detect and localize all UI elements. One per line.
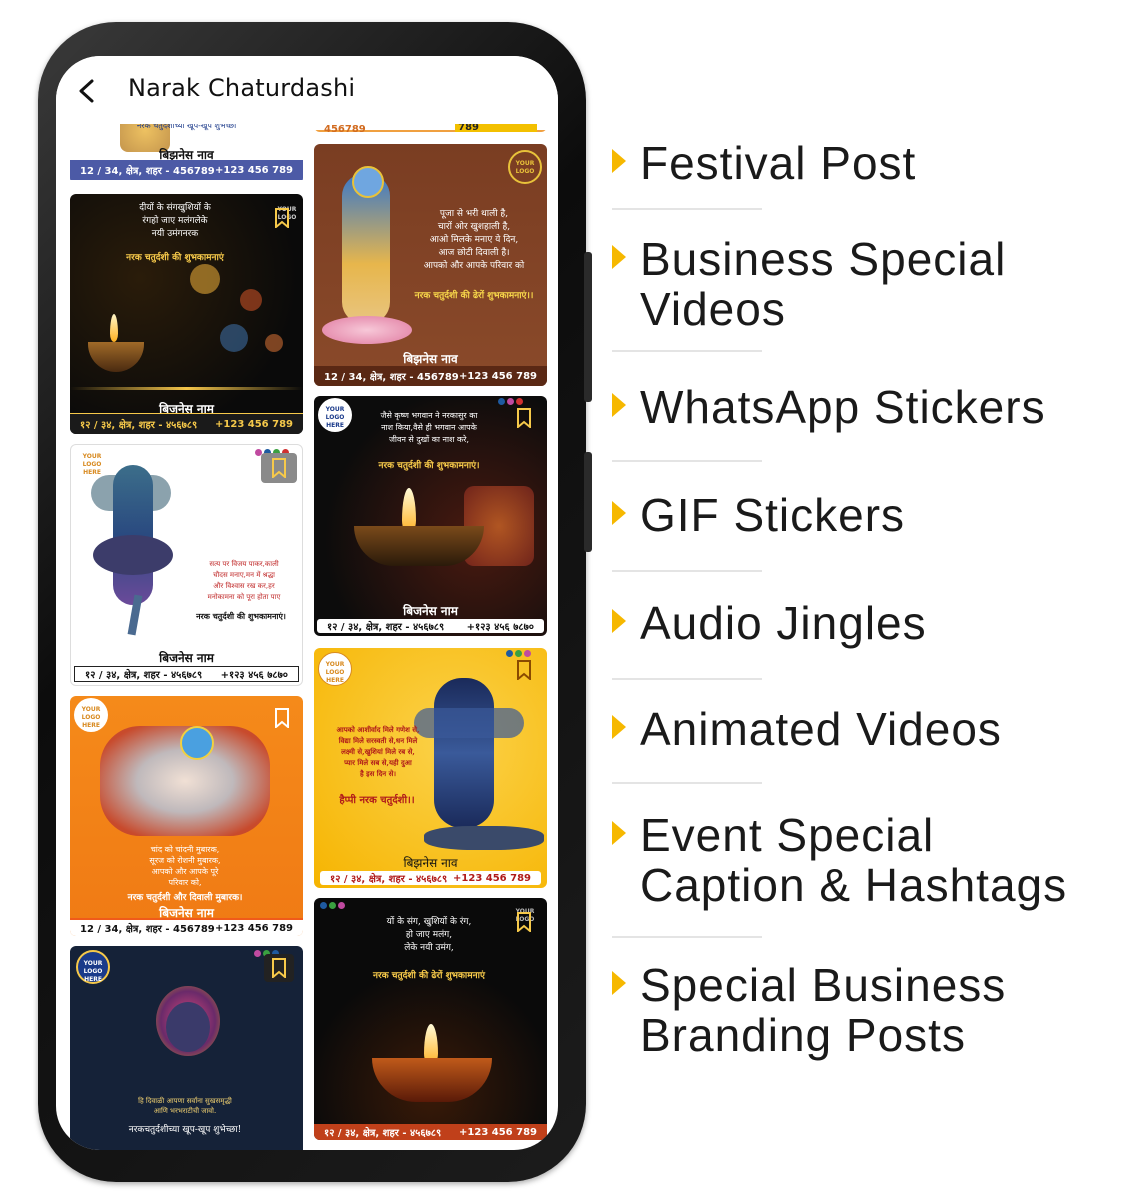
footer-phone: +123 456 789 [459, 1126, 537, 1138]
footer-phone: +123 456 789 [215, 164, 293, 176]
greeting-text: हि दिवाळी आपणा सर्वांना सुखसमृद्धी आणि भ… [138, 1097, 232, 1115]
divider [612, 350, 762, 352]
bookmark-icon[interactable] [516, 660, 532, 680]
footer-address: 12 / 34, क्षेत्र, शहर - 456789 [324, 372, 459, 383]
divider [612, 460, 762, 462]
greeting-text: सत्य पर विजय पाकर,काली चौदस मनाए,मन में … [207, 560, 281, 601]
bookmark-icon[interactable] [271, 458, 287, 478]
post-card[interactable]: जैसे कृष्ण भगवान ने नरकासुर का नाश किया,… [314, 396, 547, 636]
divider [612, 936, 762, 938]
footer-phone: +123 456 789 [215, 922, 293, 934]
feature-label: WhatsApp Stickers [640, 381, 1046, 433]
wish-text: नरक चतुर्दशी की ढेरों शुभकामनाएं [373, 971, 485, 981]
bookmark-icon[interactable] [516, 912, 532, 932]
greeting-text: आपको आशीर्वाद मिले गणेश से, विद्या मिले … [336, 725, 420, 778]
volume-button [584, 252, 592, 402]
wish-text: नरकचतुर्दशीच्या खूप-खूप शुभेच्छा! [128, 1125, 242, 1135]
wish-text: नरक चतुर्दशी और दिवाली मुबारक। [127, 893, 243, 903]
logo-placeholder: YOUR LOGO [508, 150, 542, 184]
logo-placeholder: YOUR LOGO HERE [318, 652, 352, 686]
greeting-text: जैसे कृष्ण भगवान ने नरकासुर का नाश किया,… [380, 411, 478, 444]
post-card[interactable]: YOUR LOGO HERE आपको आशीर्वाद मिले गणेश स… [314, 648, 547, 888]
wish-text: नरक चतुर्दशी की शुभकामनाएं [126, 253, 224, 263]
footer-phone: +१२३ ४५६ ७८७० [220, 670, 288, 681]
post-card[interactable]: नरक चतुर्दशीच्या खूप-खूप शुभेच्छा बिझनेस… [70, 114, 303, 184]
post-card[interactable]: पूजा से भरी थाली है, चारों ओर खुशहाली है… [314, 144, 547, 386]
phone-screen: Narak Chaturdashi नरक चतुर्दशीच्या खूप-ख… [56, 56, 558, 1150]
footer-address: १२ / ३४, क्षेत्र, शहर - ४५६७८९ [324, 1128, 442, 1139]
post-card[interactable]: दीयों के संगखुशियों के रंगहो जाए मलंगलेक… [70, 194, 303, 434]
wish-text: नरक चतुर्दशी की शुभकामनाएं। [378, 461, 480, 471]
footer-address: १२ / ३४, क्षेत्र, शहर - ४५६७८९ [330, 874, 448, 885]
wish-text: नरक चतुर्दशी की शुभकामनाएं। [196, 611, 286, 621]
greeting-text: दीयों के संगखुशियों के रंगहो जाए मलंगलेक… [139, 203, 211, 239]
feature-label: Animated Videos [640, 703, 1002, 755]
divider [612, 782, 762, 784]
post-card[interactable]: YOUR LOGO यों के संग, खुशियों के रंग, हो… [314, 898, 547, 1140]
feature-label: GIF Stickers [640, 489, 906, 541]
feature-label: Audio Jingles [640, 597, 927, 649]
power-button [584, 452, 592, 552]
footer-phone: +123 456 789 [453, 872, 531, 884]
footer-address: १२ / ३४, क्षेत्र, शहर - ४५६७८९ [80, 420, 198, 431]
divider [612, 208, 762, 210]
arrow-icon [612, 245, 626, 269]
arrow-icon [612, 609, 626, 633]
footer-phone: +123 456 789 [459, 370, 537, 382]
post-card[interactable]: YOUR LOGO HERE चांद को चांदनी मुबारक, सू… [70, 696, 303, 936]
divider [612, 678, 762, 680]
feature-label: Business Special Videos [640, 233, 1007, 335]
footer-address: १२ / ३४, क्षेत्र, शहर - ४५६७८९ [327, 622, 445, 633]
arrow-icon [612, 715, 626, 739]
post-card[interactable]: YOUR LOGO HERE हि दिवाळी आपणा सर्वांना स… [70, 946, 303, 1150]
wish-text: हैप्पी नरक चतुर्दशी।। [339, 795, 415, 806]
arrow-icon [612, 149, 626, 173]
post-card[interactable]: YOUR LOGO HERE सत्य पर विजय पाकर,काली चौ… [70, 444, 303, 686]
feature-label: Festival Post [640, 137, 917, 189]
greeting-text: चांद को चांदनी मुबारक, सूरज को रोशनी मुब… [149, 845, 221, 887]
business-name: बिझनेस नाव [403, 856, 458, 870]
back-arrow-icon[interactable] [70, 74, 104, 108]
bookmark-icon[interactable] [516, 408, 532, 428]
greeting-text: यों के संग, खुशियों के रंग, हो जाए मलंग,… [386, 917, 472, 953]
page-title: Narak Chaturdashi [128, 74, 356, 102]
bookmark-icon[interactable] [274, 708, 290, 728]
greeting-text: पूजा से भरी थाली है, चारों ओर खुशहाली है… [423, 209, 525, 271]
arrow-icon [612, 971, 626, 995]
logo-placeholder: YOUR LOGO HERE [76, 950, 110, 984]
feature-label: Special Business Branding Posts [640, 959, 1007, 1061]
arrow-icon [612, 821, 626, 845]
logo-placeholder: YOUR LOGO HERE [74, 698, 108, 732]
arrow-icon [612, 501, 626, 525]
bookmark-icon[interactable] [271, 958, 287, 978]
feature-label: Event Special Caption & Hashtags [640, 809, 1068, 911]
footer-address: 12 / 34, क्षेत्र, शहर - 456789 [80, 166, 215, 177]
business-name: बिजनेस नाम [403, 604, 458, 618]
bookmark-icon[interactable] [274, 208, 290, 228]
business-name: बिझनेस नाव [403, 352, 458, 366]
logo-placeholder: YOUR LOGO HERE [82, 453, 102, 476]
business-name: बिजनेस नाम [159, 651, 214, 665]
footer-phone: +123 456 789 [215, 418, 293, 430]
wish-text: नरक चतुर्दशी की ढेरों शुभकामनाएं।। [414, 291, 534, 301]
app-bar: Narak Chaturdashi [56, 56, 558, 124]
footer-address: 12 / 34, क्षेत्र, शहर - 456789 [80, 924, 215, 935]
divider [612, 570, 762, 572]
footer-address: १२ / ३४, क्षेत्र, शहर - ४५६७८९ [85, 670, 203, 681]
arrow-icon [612, 393, 626, 417]
logo-placeholder: YOUR LOGO HERE [318, 398, 352, 432]
footer-phone: +१२३ ४५६ ७८७० [466, 622, 534, 633]
